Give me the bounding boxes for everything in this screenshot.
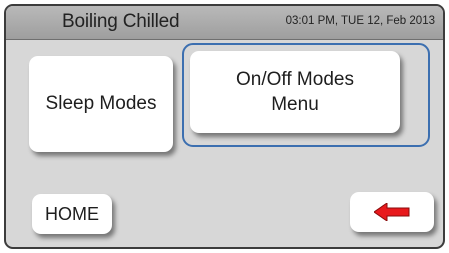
sleep-modes-button[interactable]: Sleep Modes — [29, 56, 173, 152]
page-title: Boiling Chilled — [62, 11, 180, 32]
back-button[interactable] — [350, 192, 434, 232]
header-bar: Boiling Chilled 03:01 PM, TUE 12, Feb 20… — [6, 6, 443, 40]
datetime-display: 03:01 PM, TUE 12, Feb 2013 — [285, 15, 435, 27]
home-button[interactable]: HOME — [32, 194, 112, 234]
onoff-modes-label-line2: Menu — [271, 94, 319, 115]
sleep-modes-label: Sleep Modes — [45, 93, 157, 114]
onoff-modes-label-line1: On/Off Modes — [236, 69, 354, 90]
home-label: HOME — [45, 203, 99, 224]
onoff-modes-menu-button[interactable]: On/Off Modes Menu — [190, 51, 400, 133]
device-screen: Boiling Chilled 03:01 PM, TUE 12, Feb 20… — [4, 4, 445, 249]
left-arrow-icon — [374, 203, 410, 221]
